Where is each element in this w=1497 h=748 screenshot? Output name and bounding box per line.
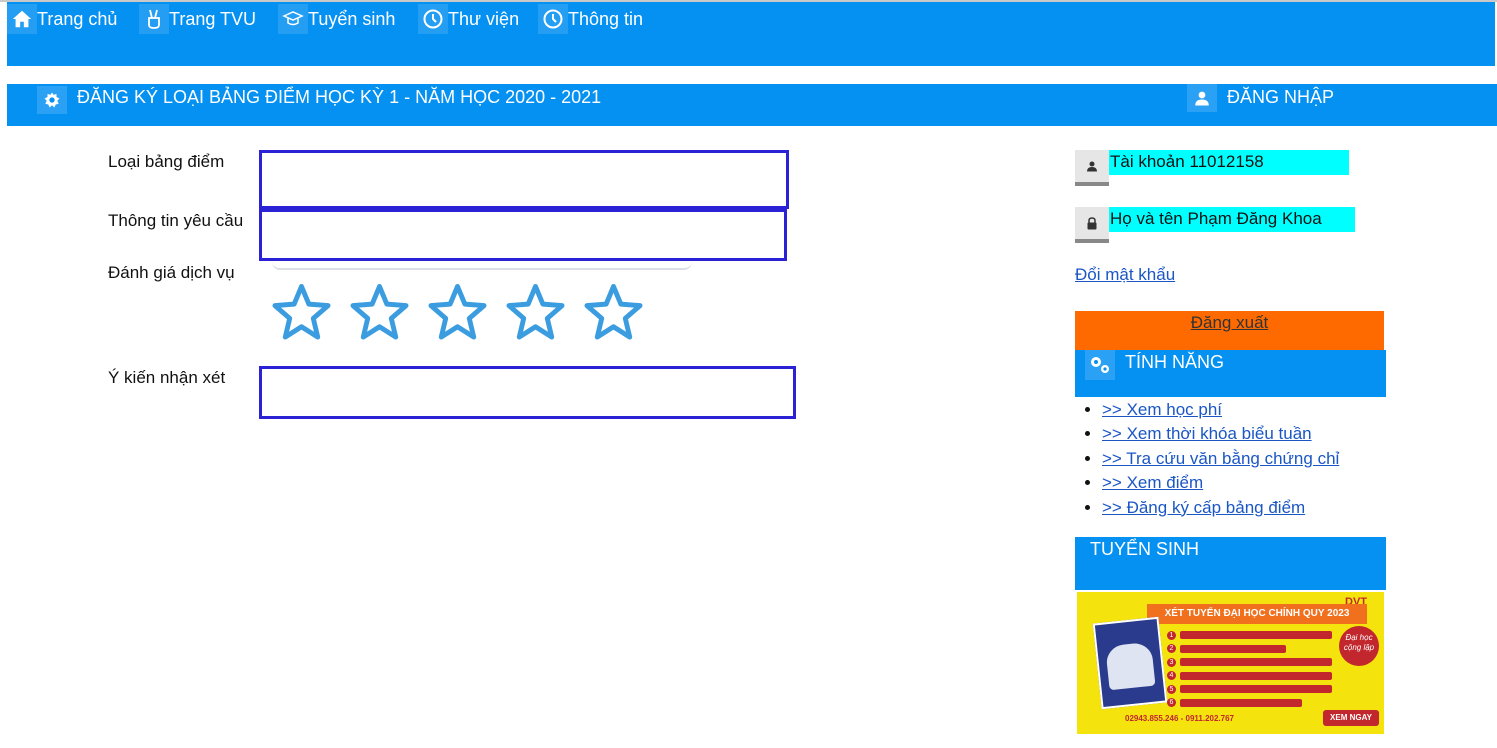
account-fullname: Họ và tên Phạm Đăng Khoa — [1109, 207, 1355, 232]
feature-link-grades[interactable]: >> Xem điểm — [1102, 473, 1203, 492]
banner-cta-button[interactable]: XEM NGAY — [1323, 710, 1379, 726]
banner-items: 1 2 3 4 5 6 — [1167, 630, 1332, 711]
comment-field[interactable] — [259, 366, 796, 419]
nav-label: Trang chủ — [37, 8, 118, 29]
features-title: TÍNH NĂNG — [1125, 352, 1224, 372]
feature-link-transcript-request[interactable]: >> Đăng ký cấp bảng điểm — [1102, 498, 1305, 517]
logout-link[interactable]: Đăng xuất — [1191, 313, 1269, 332]
change-password-link[interactable]: Đổi mật khẩu — [1075, 265, 1175, 285]
list-item: >> Xem thời khóa biểu tuần — [1102, 422, 1339, 446]
list-item: >> Xem học phí — [1102, 398, 1339, 422]
feature-link-timetable[interactable]: >> Xem thời khóa biểu tuần — [1102, 424, 1312, 443]
rating-label: Đánh giá dịch vụ — [108, 263, 235, 282]
star-icon[interactable] — [584, 282, 643, 342]
gear-icon — [37, 86, 67, 114]
star-icon[interactable] — [272, 282, 331, 342]
comment-label: Ý kiến nhận xét — [108, 368, 226, 387]
graduation-icon — [278, 4, 308, 34]
home-icon — [7, 4, 37, 34]
logout-bar: Đăng xuất — [1075, 311, 1384, 351]
nav-label: Tuyển sinh — [308, 8, 396, 29]
feature-link-certificate-lookup[interactable]: >> Tra cứu văn bằng chứng chỉ — [1102, 449, 1339, 468]
star-icon[interactable] — [506, 282, 565, 342]
account-username-row: Tài khoản 11012158 — [1075, 150, 1355, 188]
nav-label: Thông tin — [568, 8, 644, 29]
rating-divider — [272, 262, 692, 270]
feature-link-tuition[interactable]: >> Xem học phí — [1102, 400, 1222, 419]
account-username: Tài khoản 11012158 — [1109, 150, 1349, 175]
nav-item-tvu[interactable]: Trang TVU — [139, 4, 256, 34]
clock-icon — [418, 4, 448, 34]
login-link[interactable]: ĐĂNG NHẬP — [1227, 87, 1334, 108]
clock-icon — [538, 4, 568, 34]
nav-item-home[interactable]: Trang chủ — [7, 4, 117, 34]
list-item: >> Đăng ký cấp bảng điểm — [1102, 496, 1339, 520]
list-item: >> Tra cứu văn bằng chứng chỉ — [1102, 447, 1339, 471]
features-list: >> Xem học phí >> Xem thời khóa biểu tuầ… — [1078, 398, 1339, 520]
user-icon — [1075, 150, 1109, 186]
request-info-label: Thông tin yêu cầu — [108, 211, 244, 230]
admissions-header: TUYỂN SINH — [1075, 537, 1386, 590]
lock-icon — [1075, 207, 1109, 243]
banner-slogan: Đại học cộng lập — [1339, 626, 1379, 666]
features-header: TÍNH NĂNG — [1075, 350, 1386, 397]
page-title-bar: ĐĂNG KÝ LOẠI BẢNG ĐIỂM HỌC KỲ 1 - NĂM HỌ… — [7, 84, 1497, 126]
star-icon[interactable] — [428, 282, 487, 342]
nav-item-admissions[interactable]: Tuyển sinh — [278, 4, 395, 34]
peace-hand-icon — [139, 4, 169, 34]
admissions-title: TUYỂN SINH — [1090, 539, 1200, 559]
nav-label: Trang TVU — [169, 8, 257, 29]
transcript-type-label: Loại bảng điểm — [108, 152, 225, 171]
list-item: >> Xem điểm — [1102, 471, 1339, 495]
admissions-banner[interactable]: DVT XÉT TUYỂN ĐẠI HỌC CHÍNH QUY 2023 1 2… — [1077, 592, 1384, 734]
nav-item-info[interactable]: Thông tin — [538, 4, 643, 34]
banner-photo — [1092, 616, 1168, 710]
banner-title: XÉT TUYỂN ĐẠI HỌC CHÍNH QUY 2023 — [1147, 604, 1367, 624]
request-info-field[interactable] — [259, 209, 787, 261]
star-icon[interactable] — [350, 282, 409, 342]
nav-item-library[interactable]: Thư viện — [418, 4, 519, 34]
transcript-type-field[interactable] — [259, 150, 789, 209]
account-fullname-row: Họ và tên Phạm Đăng Khoa — [1075, 207, 1355, 245]
user-icon — [1187, 84, 1217, 112]
gears-icon — [1085, 350, 1115, 380]
nav-label: Thư viện — [448, 8, 520, 29]
top-navigation: Trang chủ Trang TVU Tuyển sinh Thư viện … — [7, 2, 1495, 66]
banner-hotline: 02943.855.246 - 0911.202.767 — [1125, 714, 1234, 723]
page-title: ĐĂNG KÝ LOẠI BẢNG ĐIỂM HỌC KỲ 1 - NĂM HỌ… — [77, 87, 602, 107]
star-rating[interactable] — [272, 282, 662, 346]
